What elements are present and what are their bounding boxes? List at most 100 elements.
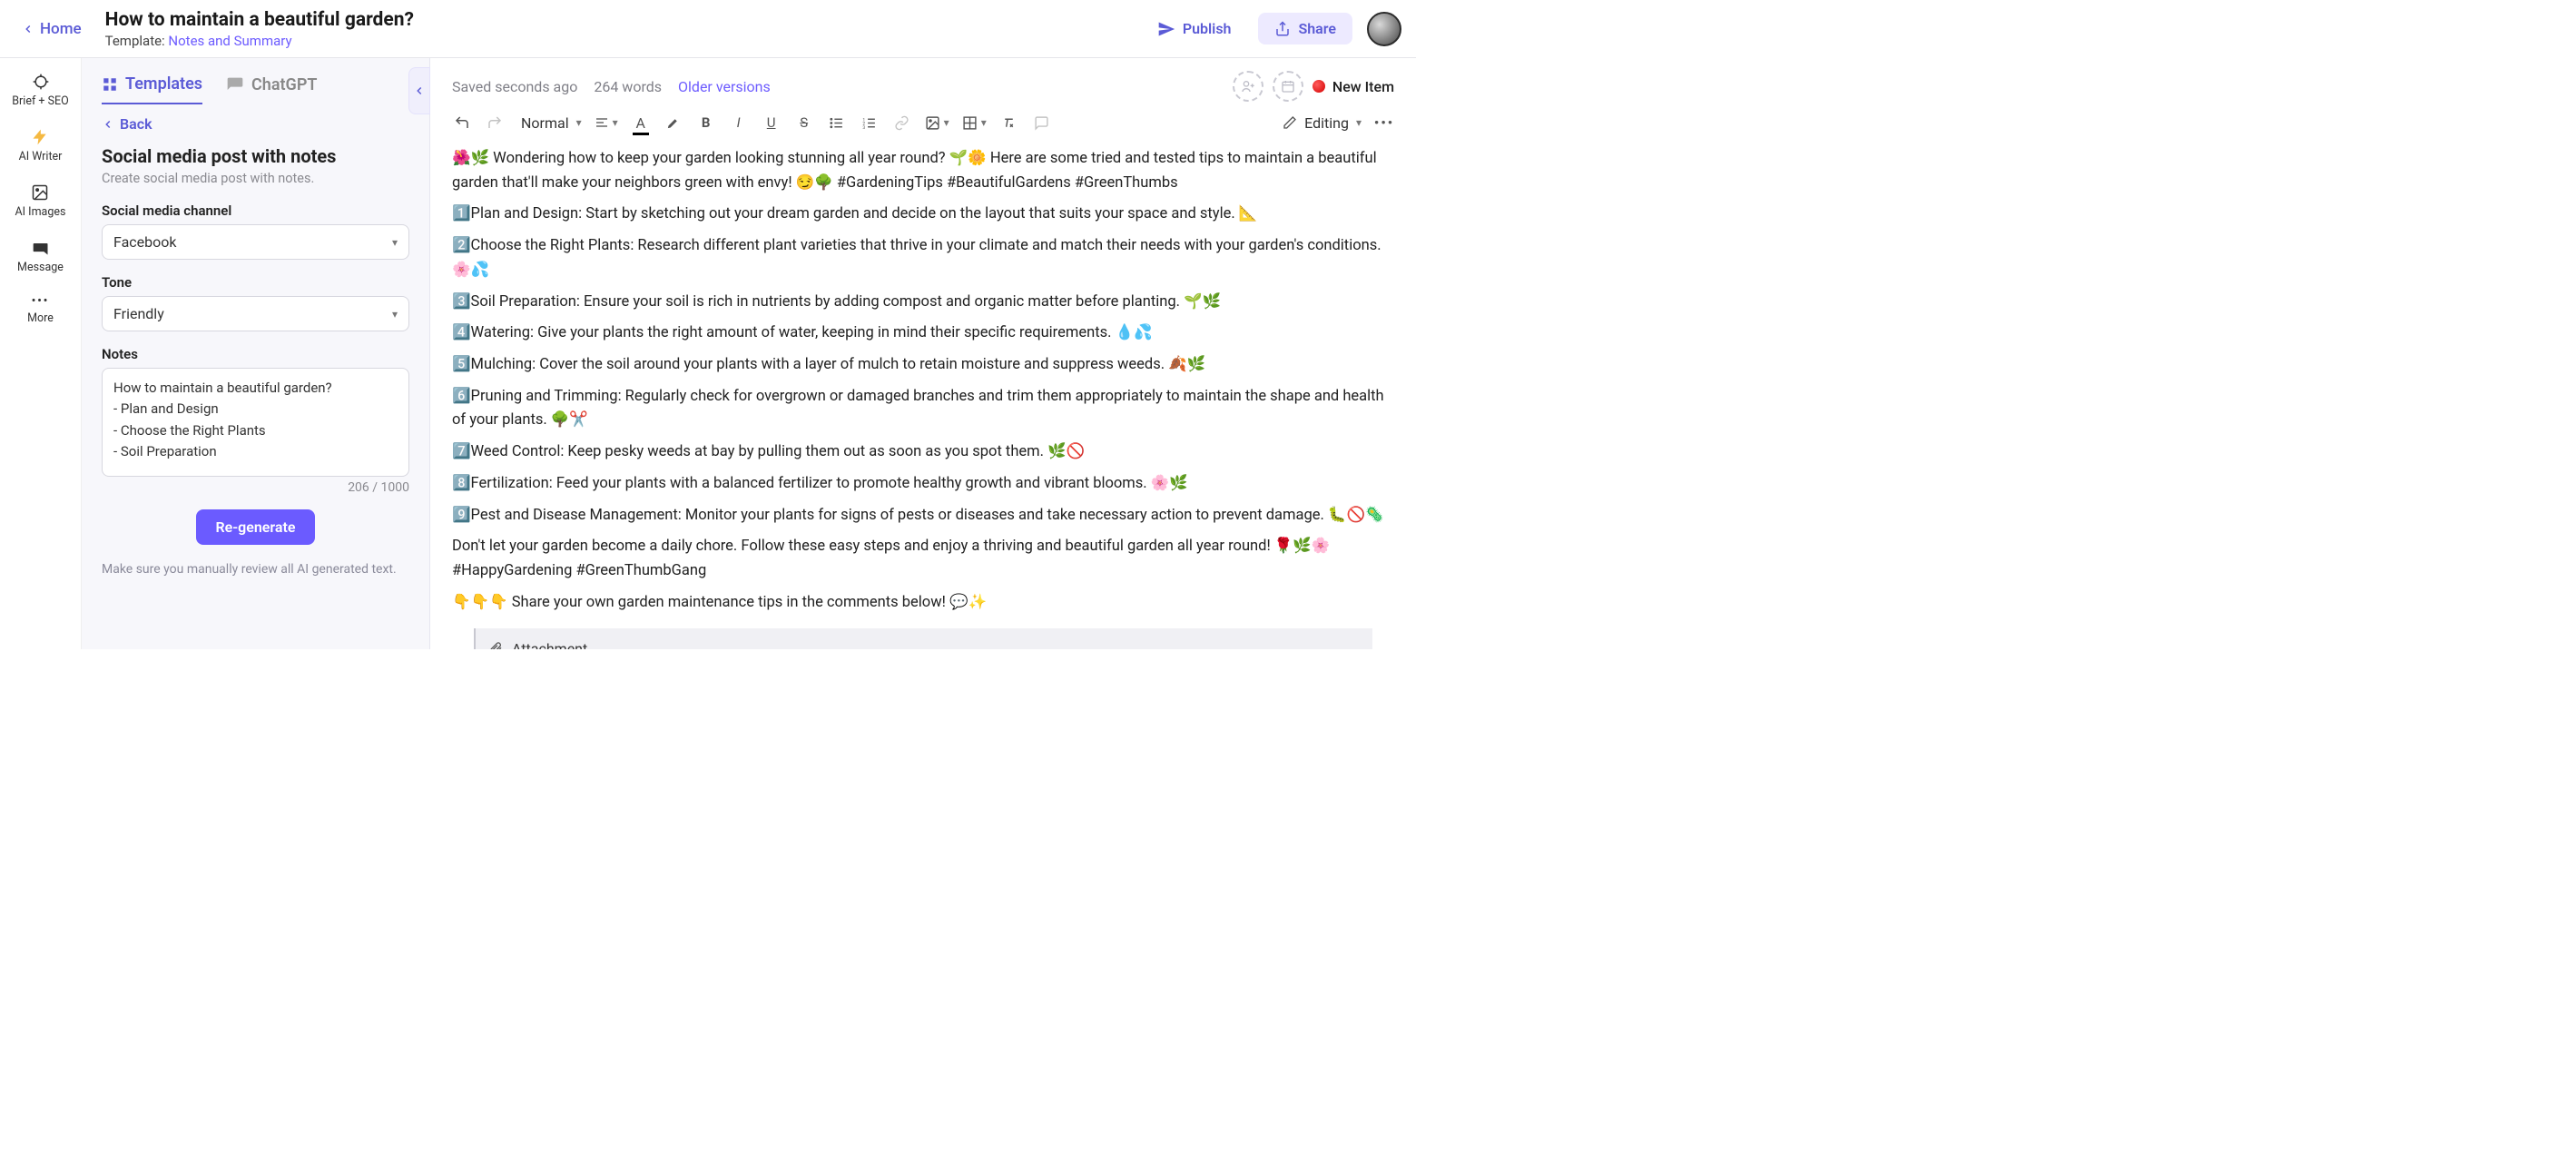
rail-brief-seo[interactable]: Brief + SEO xyxy=(10,71,70,110)
style-dropdown[interactable]: Normal ▾ xyxy=(517,114,582,132)
rail-more[interactable]: ••• More xyxy=(25,292,55,327)
template-link[interactable]: Notes and Summary xyxy=(168,33,291,49)
channel-select[interactable]: Facebook ▾ xyxy=(102,224,409,260)
highlight-button[interactable] xyxy=(664,113,683,133)
doc-title[interactable]: How to maintain a beautiful garden? xyxy=(105,9,414,31)
undo-button[interactable] xyxy=(452,113,472,133)
bolt-icon xyxy=(31,128,49,146)
chevron-down-icon: ▾ xyxy=(944,116,949,129)
doc-paragraph[interactable]: 9️⃣Pest and Disease Management: Monitor … xyxy=(452,504,1394,528)
channel-label: Social media channel xyxy=(102,202,409,219)
status-chip[interactable]: New Item xyxy=(1313,78,1394,95)
notes-counter: 206 / 1000 xyxy=(102,480,409,495)
saved-status: Saved seconds ago xyxy=(452,78,577,95)
image-icon xyxy=(31,183,49,202)
chevron-down-icon: ▾ xyxy=(1356,116,1362,129)
back-label: Back xyxy=(120,115,152,133)
align-left-icon xyxy=(595,115,609,130)
share-icon xyxy=(1274,21,1291,37)
strikethrough-button[interactable]: S xyxy=(794,113,814,133)
channel-value: Facebook xyxy=(113,233,176,251)
attachment-label: Attachment xyxy=(512,637,587,650)
doc-paragraph[interactable]: 👇👇👇 Share your own garden maintenance ti… xyxy=(452,591,1394,616)
regenerate-button[interactable]: Re-generate xyxy=(196,509,316,545)
document-body[interactable]: 🌺🌿 Wondering how to keep your garden loo… xyxy=(430,143,1416,649)
publish-button[interactable]: Publish xyxy=(1141,13,1248,45)
link-button[interactable] xyxy=(892,113,912,133)
bold-button[interactable]: B xyxy=(696,113,716,133)
target-icon xyxy=(32,73,50,91)
rail-ai-writer[interactable]: AI Writer xyxy=(17,126,64,165)
back-button[interactable]: Back xyxy=(102,115,409,133)
align-dropdown[interactable]: ▾ xyxy=(595,115,618,130)
clear-format-button[interactable] xyxy=(999,113,1019,133)
list-ol-icon: 123 xyxy=(861,115,877,131)
chat-icon xyxy=(226,76,244,94)
text-color-button[interactable]: A xyxy=(631,113,651,133)
user-avatar[interactable] xyxy=(1367,12,1401,46)
doc-paragraph[interactable]: 5️⃣Mulching: Cover the soil around your … xyxy=(452,353,1394,378)
collapse-panel-button[interactable] xyxy=(408,67,430,114)
chevron-left-icon xyxy=(22,23,34,35)
comment-button[interactable] xyxy=(1032,113,1052,133)
doc-paragraph[interactable]: 2️⃣Choose the Right Plants: Research dif… xyxy=(452,234,1394,282)
doc-paragraph[interactable]: 🌺🌿 Wondering how to keep your garden loo… xyxy=(452,147,1394,195)
notes-textarea[interactable] xyxy=(102,368,409,477)
home-link[interactable]: Home xyxy=(15,15,89,44)
insert-image-dropdown[interactable]: ▾ xyxy=(925,115,949,131)
italic-button[interactable]: I xyxy=(729,113,749,133)
doc-paragraph[interactable]: Don't let your garden become a daily cho… xyxy=(452,535,1394,583)
tab-chatgpt[interactable]: ChatGPT xyxy=(226,74,317,104)
editor-area: Saved seconds ago 264 words Older versio… xyxy=(430,58,1416,649)
doc-paragraph[interactable]: 3️⃣Soil Preparation: Ensure your soil is… xyxy=(452,291,1394,315)
numbered-list-button[interactable]: 123 xyxy=(860,113,880,133)
doc-paragraph[interactable]: 6️⃣Pruning and Trimming: Regularly check… xyxy=(452,385,1394,433)
doc-paragraph[interactable]: 1️⃣Plan and Design: Start by sketching o… xyxy=(452,202,1394,227)
redo-icon xyxy=(487,114,503,131)
add-due-date-button[interactable] xyxy=(1273,71,1303,102)
more-icon: ••• xyxy=(32,294,49,308)
add-collaborator-button[interactable] xyxy=(1233,71,1263,102)
rail-label: AI Images xyxy=(15,205,66,219)
title-block: How to maintain a beautiful garden? Temp… xyxy=(105,9,414,49)
mode-dropdown[interactable]: Editing ▾ xyxy=(1283,114,1362,132)
text-a-icon: A xyxy=(635,114,644,132)
style-value: Normal xyxy=(517,114,573,132)
message-icon xyxy=(32,239,50,257)
rail-ai-images[interactable]: AI Images xyxy=(14,182,68,221)
table-icon xyxy=(962,115,978,131)
panel-subtitle: Create social media post with notes. xyxy=(102,171,409,186)
notes-label: Notes xyxy=(102,346,409,362)
user-plus-icon xyxy=(1241,79,1255,94)
chevron-down-icon: ▾ xyxy=(392,236,398,249)
tab-templates[interactable]: Templates xyxy=(102,74,202,104)
highlight-icon xyxy=(665,115,681,131)
doc-paragraph[interactable]: 4️⃣Watering: Give your plants the right … xyxy=(452,321,1394,346)
doc-paragraph[interactable]: 7️⃣Weed Control: Keep pesky weeds at bay… xyxy=(452,440,1394,465)
chevron-down-icon: ▾ xyxy=(981,116,987,129)
pencil-icon xyxy=(1283,115,1297,130)
doc-paragraph[interactable]: 8️⃣Fertilization: Feed your plants with … xyxy=(452,472,1394,497)
tab-label: ChatGPT xyxy=(251,75,317,94)
more-options-button[interactable]: ••• xyxy=(1374,113,1394,133)
paperclip-icon xyxy=(488,641,503,649)
tone-select[interactable]: Friendly ▾ xyxy=(102,296,409,331)
status-dot-icon xyxy=(1313,80,1325,93)
publish-label: Publish xyxy=(1183,20,1232,37)
list-ul-icon xyxy=(829,115,844,131)
tone-label: Tone xyxy=(102,274,409,291)
redo-button[interactable] xyxy=(485,113,505,133)
rail-label: AI Writer xyxy=(19,150,63,163)
attachment-block[interactable]: Attachment xyxy=(474,628,1372,650)
template-panel: Templates ChatGPT Back Social media post… xyxy=(82,58,430,649)
bullet-list-button[interactable] xyxy=(827,113,847,133)
rail-message[interactable]: Message xyxy=(15,237,65,276)
insert-table-dropdown[interactable]: ▾ xyxy=(962,115,987,131)
share-button[interactable]: Share xyxy=(1258,13,1352,44)
older-versions-link[interactable]: Older versions xyxy=(678,78,771,95)
left-rail: Brief + SEO AI Writer AI Images Message … xyxy=(0,58,82,649)
panel-title: Social media post with notes xyxy=(102,145,409,167)
underline-button[interactable]: U xyxy=(762,113,782,133)
chevron-left-icon xyxy=(102,118,114,131)
top-bar: Home How to maintain a beautiful garden?… xyxy=(0,0,1416,58)
